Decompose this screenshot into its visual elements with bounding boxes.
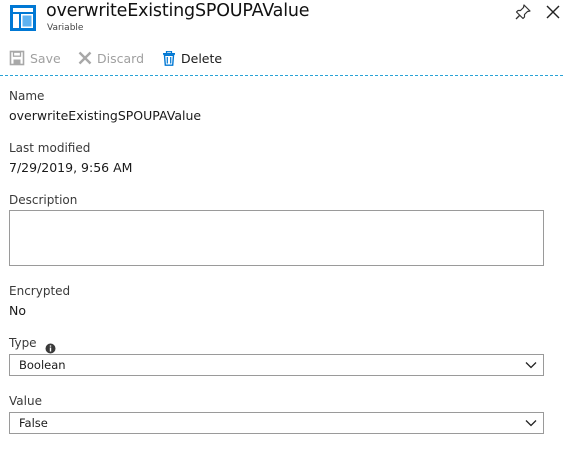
discard-button-label: Discard: [97, 50, 144, 66]
page-title: overwriteExistingSPOUPAValue: [46, 1, 310, 21]
delete-button-label: Delete: [181, 50, 223, 66]
type-label: Type: [9, 336, 37, 350]
delete-button[interactable]: Delete: [162, 46, 222, 70]
save-icon: [9, 50, 25, 66]
command-bar: Save Discard Delete: [0, 46, 563, 76]
save-button-label: Save: [30, 50, 61, 66]
type-dropdown[interactable]: Boolean: [9, 354, 544, 376]
variable-blade-icon: [9, 4, 37, 32]
blade-header: overwriteExistingSPOUPAValue Variable: [0, 0, 563, 40]
pin-icon[interactable]: [514, 3, 532, 21]
description-field[interactable]: [9, 210, 544, 266]
close-icon[interactable]: [543, 2, 563, 22]
last-modified-value: 7/29/2019, 9:56 AM: [9, 160, 133, 175]
type-selected-value: Boolean: [19, 358, 66, 372]
discard-button[interactable]: Discard: [78, 46, 144, 70]
description-label: Description: [9, 193, 78, 207]
info-icon[interactable]: [45, 339, 56, 354]
discard-icon: [78, 51, 92, 65]
chevron-down-icon: [525, 420, 537, 427]
encrypted-value: No: [9, 303, 26, 318]
page-subtitle: Variable: [47, 23, 84, 33]
value-selected-value: False: [19, 416, 48, 430]
name-label: Name: [9, 89, 45, 103]
save-button[interactable]: Save: [9, 46, 61, 70]
encrypted-label: Encrypted: [9, 284, 71, 298]
trash-icon: [163, 50, 175, 66]
name-value: overwriteExistingSPOUPAValue: [9, 108, 202, 123]
last-modified-label: Last modified: [9, 141, 91, 155]
value-label: Value: [9, 394, 42, 408]
value-dropdown[interactable]: False: [9, 412, 544, 434]
chevron-down-icon: [525, 362, 537, 369]
